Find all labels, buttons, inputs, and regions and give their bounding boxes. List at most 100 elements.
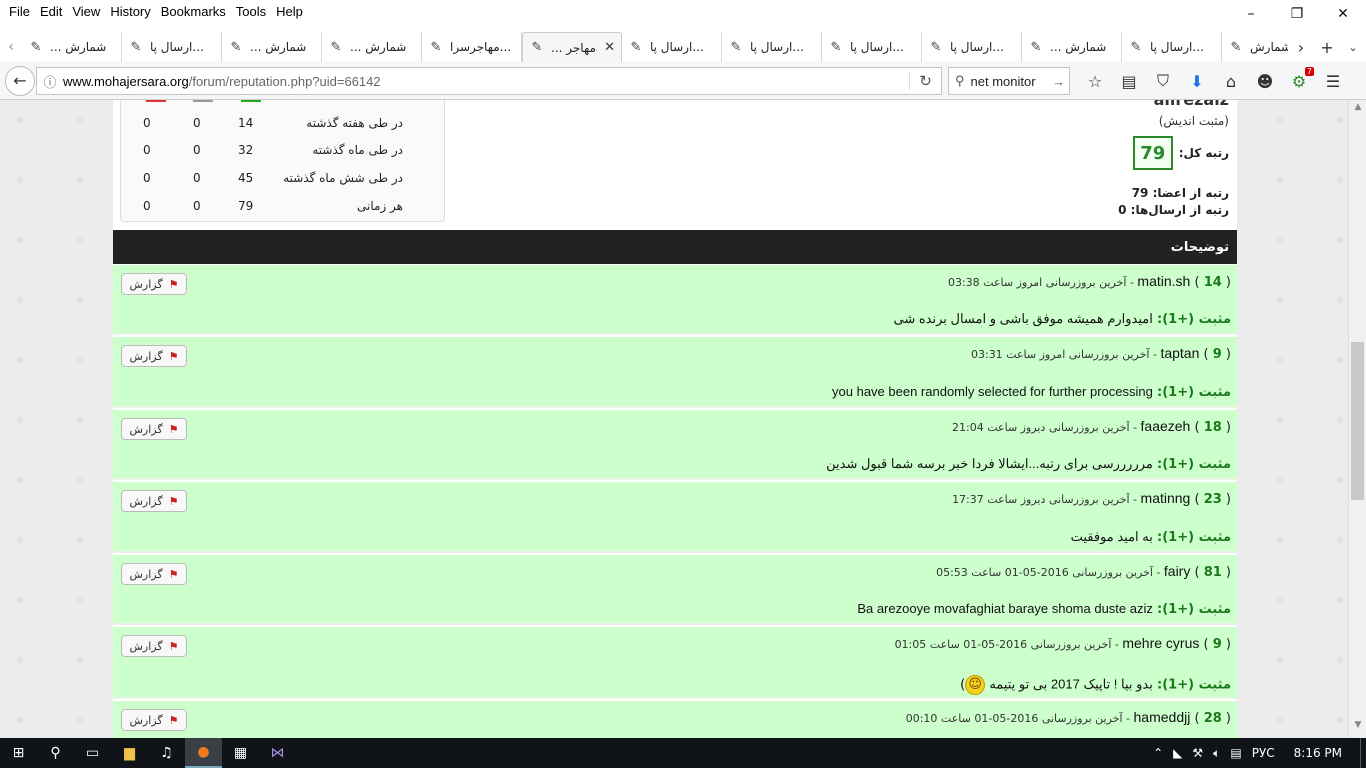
entry-message: مثبت (+1): مرررررسی برای رتبه...ایشالا ف… bbox=[826, 456, 1231, 472]
report-button[interactable]: گزارش ⚑ bbox=[121, 418, 187, 440]
report-button[interactable]: گزارش ⚑ bbox=[121, 635, 187, 657]
search-input[interactable]: net monitor bbox=[971, 74, 1036, 89]
menu-edit[interactable]: Edit bbox=[35, 4, 67, 19]
tab[interactable]: ✎ ارسال پا... bbox=[822, 32, 922, 62]
hamburger-menu-icon[interactable]: ☰ bbox=[1316, 67, 1350, 95]
show-hidden-icons-icon[interactable]: ⌃ bbox=[1148, 746, 1168, 760]
downloads-icon[interactable]: ⬇ bbox=[1180, 67, 1214, 95]
menu-file[interactable]: File bbox=[4, 4, 35, 19]
entry-meta: ( 81 ) fairy - آخرین بروزرسانی 2016-05-0… bbox=[936, 563, 1231, 580]
tab[interactable]: ✎ ... شمارش bbox=[222, 32, 322, 62]
notifications-icon[interactable]: ▤ bbox=[1225, 746, 1246, 760]
tab-title: ارسال پا... bbox=[750, 40, 804, 54]
entry-username-link[interactable]: matinng bbox=[1141, 490, 1191, 506]
stats-row: 0 0 32 در طی ماه گذشته bbox=[121, 143, 446, 163]
tab[interactable]: ✎ ارسال پا... bbox=[622, 32, 722, 62]
entry-message: مثبت (+1): بدو بیا ! تاپیک 2017 بی تو یت… bbox=[960, 675, 1231, 695]
reputation-entry: گزارش ⚑ ( 23 ) matinng - آخرین بروزرسانی د… bbox=[113, 482, 1237, 553]
entry-meta: ( 9 ) mehre cyrus - آخرین بروزرسانی 2016… bbox=[894, 635, 1231, 652]
menu-view[interactable]: View bbox=[67, 4, 105, 19]
entry-username-link[interactable]: faaezeh bbox=[1141, 418, 1191, 434]
entry-username-link[interactable]: hameddjj bbox=[1134, 709, 1191, 725]
search-go-icon[interactable]: → bbox=[1052, 74, 1065, 89]
entry-username-link[interactable]: mehre cyrus bbox=[1122, 635, 1199, 651]
report-button[interactable]: گزارش ⚑ bbox=[121, 563, 187, 585]
url-bar[interactable]: ⓘ www.mohajersara.org/forum/reputation.p… bbox=[36, 67, 942, 95]
menu-history[interactable]: History bbox=[105, 4, 155, 19]
file-explorer-icon[interactable]: ▆ bbox=[111, 738, 148, 768]
scroll-tabs-left-icon[interactable]: ‹ bbox=[0, 32, 22, 62]
stat-period: در طی هفته گذشته bbox=[306, 116, 403, 130]
report-button[interactable]: گزارش ⚑ bbox=[121, 345, 187, 367]
report-label: گزارش bbox=[129, 639, 163, 653]
itunes-icon[interactable]: ♫ bbox=[148, 738, 185, 768]
entry-username-link[interactable]: fairy bbox=[1164, 563, 1190, 579]
entry-username-link[interactable]: taptan bbox=[1160, 345, 1199, 361]
close-tab-icon[interactable]: ✕ bbox=[604, 40, 615, 55]
scroll-down-icon[interactable]: ▼ bbox=[1349, 720, 1366, 736]
close-window-button[interactable]: ✕ bbox=[1320, 0, 1366, 28]
reputation-entry: گزارش ⚑ ( 18 ) faaezeh - آخرین بروزرسانی د… bbox=[113, 410, 1237, 480]
stat-neutral: 0 bbox=[193, 116, 201, 130]
entry-message: مثبت (+1): Ba arezooye movafaghiat baray… bbox=[857, 601, 1231, 617]
tab-title: مهاجرسرا... bbox=[450, 40, 512, 54]
reading-list-icon[interactable]: ▤ bbox=[1112, 67, 1146, 95]
entry-username-link[interactable]: matin.sh bbox=[1137, 273, 1190, 289]
scroll-tabs-right-icon[interactable]: › bbox=[1288, 38, 1314, 57]
tab[interactable]: ✎ ... شمارش bbox=[22, 32, 122, 62]
reputation-content: 0 0 14 در طی هفته گذشته 0 0 32 در طی ماه گذشته 0… bbox=[113, 100, 1237, 738]
site-info-icon[interactable]: ⓘ bbox=[37, 72, 63, 91]
menu-tools[interactable]: Tools bbox=[231, 4, 271, 19]
bookmark-star-icon[interactable]: ☆ bbox=[1078, 67, 1112, 95]
tab[interactable]: ✎ ارسال پا... bbox=[1122, 32, 1222, 62]
url-text[interactable]: www.mohajersara.org/forum/reputation.php… bbox=[63, 74, 909, 89]
menu-help[interactable]: Help bbox=[271, 4, 308, 19]
tab-title: شمارش bbox=[1250, 40, 1288, 54]
stat-positive: 79 bbox=[238, 199, 254, 213]
pocket-icon[interactable]: ⛉ bbox=[1146, 67, 1180, 95]
tab[interactable]: ✎ مهاجرسرا... bbox=[422, 32, 522, 62]
tools-tray-icon[interactable]: ⚒ bbox=[1187, 746, 1208, 760]
firefox-icon[interactable]: ● bbox=[185, 738, 222, 768]
show-desktop-button[interactable] bbox=[1360, 738, 1366, 768]
user-reputation-count: 23 bbox=[1203, 492, 1222, 507]
search-bar[interactable]: ⚲ net monitor → bbox=[948, 67, 1070, 95]
tab[interactable]: ✎ ارسال پا... bbox=[122, 32, 222, 62]
tab-title: ... شمارش bbox=[50, 40, 107, 54]
reload-icon[interactable]: ↻ bbox=[909, 72, 941, 90]
media-app-icon[interactable]: ▦ bbox=[222, 738, 259, 768]
new-tab-icon[interactable]: + bbox=[1314, 38, 1340, 57]
tab[interactable]: ✎ شمارش bbox=[1222, 32, 1288, 62]
clock[interactable]: 8:16 PM bbox=[1280, 746, 1360, 760]
task-view-icon[interactable]: ▭ bbox=[74, 738, 111, 768]
tab[interactable]: ✎ ... شمارش bbox=[322, 32, 422, 62]
volume-icon[interactable]: 🔈︎ bbox=[1208, 746, 1225, 761]
tab[interactable]: ✎ ارسال پا... bbox=[722, 32, 822, 62]
tab[interactable]: ✎ ارسال پا... bbox=[922, 32, 1022, 62]
stat-period: در طی ماه گذشته bbox=[312, 143, 403, 157]
search-taskbar-icon[interactable]: ⚲ bbox=[37, 738, 74, 768]
back-button[interactable]: ← bbox=[5, 65, 35, 96]
network-icon[interactable]: ◣ bbox=[1168, 746, 1187, 760]
tab[interactable]: ✎ ... شمارش bbox=[1022, 32, 1122, 62]
menu-bookmarks[interactable]: Bookmarks bbox=[156, 4, 231, 19]
report-button[interactable]: گزارش ⚑ bbox=[121, 490, 187, 512]
list-all-tabs-icon[interactable]: ⌄ bbox=[1340, 41, 1366, 54]
report-button[interactable]: گزارش ⚑ bbox=[121, 709, 187, 731]
tab-active[interactable]: ✎ ... مهاجر ✕ bbox=[522, 32, 622, 62]
positive-label: مثبت (+1): bbox=[1157, 530, 1231, 545]
home-icon[interactable]: ⌂ bbox=[1214, 67, 1248, 95]
language-indicator[interactable]: РУС bbox=[1247, 746, 1280, 760]
minimize-button[interactable]: – bbox=[1228, 0, 1274, 28]
visual-studio-icon[interactable]: ⋈ bbox=[259, 738, 296, 768]
start-windows-icon[interactable]: ⊞ bbox=[0, 738, 37, 768]
addon-icon[interactable]: ⚙ 7 bbox=[1282, 67, 1316, 95]
report-button[interactable]: گزارش ⚑ bbox=[121, 273, 187, 295]
emoji-addon-icon[interactable]: ☻ bbox=[1248, 67, 1282, 95]
restore-button[interactable]: ❐ bbox=[1274, 0, 1320, 28]
comments-header: توضیحات bbox=[113, 230, 1237, 264]
stat-neutral: 0 bbox=[193, 143, 201, 157]
scrollbar-thumb[interactable] bbox=[1351, 342, 1364, 500]
page-scrollbar[interactable]: ▲ ▼ bbox=[1348, 100, 1366, 738]
scroll-up-icon[interactable]: ▲ bbox=[1349, 102, 1366, 118]
